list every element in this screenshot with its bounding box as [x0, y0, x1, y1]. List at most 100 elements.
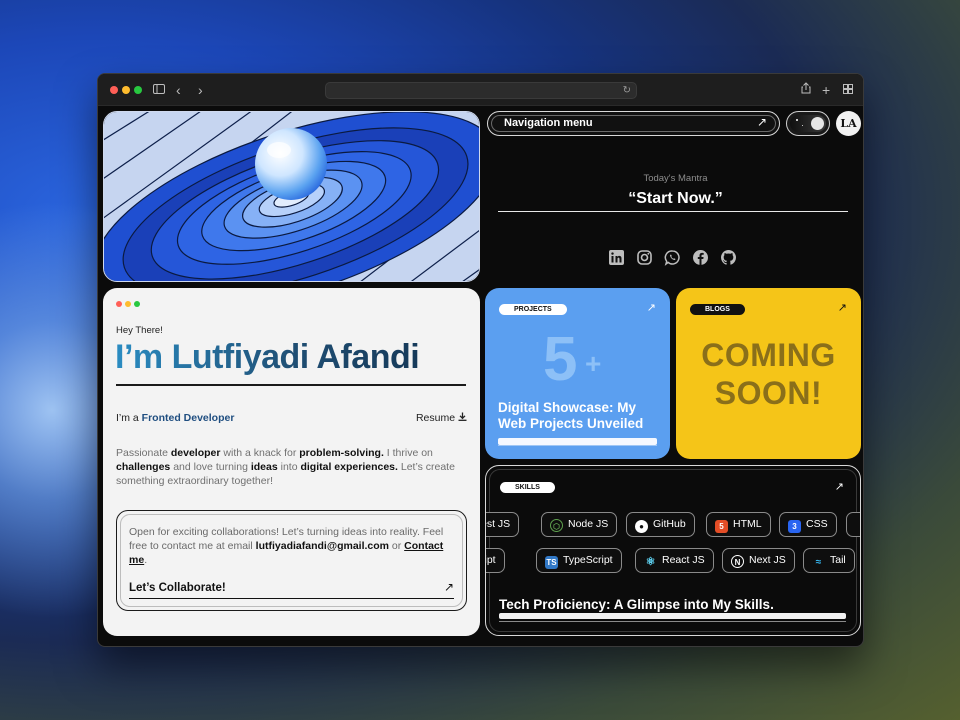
- projects-tag: PROJECTS: [499, 304, 567, 315]
- hero-image: [103, 111, 480, 282]
- coming-soon-text: COMING SOON!: [676, 336, 861, 412]
- toggle-knob: [811, 117, 824, 130]
- reload-icon[interactable]: ↻: [623, 83, 631, 99]
- skill-label: React JS: [662, 554, 705, 566]
- resume-button[interactable]: Resume: [416, 412, 467, 424]
- bio-bold: digital experiences.: [300, 461, 398, 473]
- projects-count: 5: [543, 325, 578, 394]
- skill-label: Tail: [830, 554, 846, 566]
- projects-card[interactable]: PROJECTS ↗ 5 + Digital Showcase: My Web …: [485, 288, 670, 459]
- bio-bold: ideas: [250, 461, 278, 473]
- hero-name: I’m Lutfiyadi Afandi: [115, 338, 420, 376]
- arrow-up-right-icon: ↗: [837, 302, 847, 314]
- skill-label: est JS: [486, 518, 511, 530]
- blogs-card[interactable]: BLOGS ↗ COMING SOON!: [676, 288, 861, 459]
- toggle-track: [790, 115, 826, 132]
- social-links: [608, 249, 748, 269]
- instagram-icon[interactable]: [636, 249, 653, 266]
- lets-collaborate-button[interactable]: Let’s Collaborate!: [129, 582, 226, 594]
- minimize-window-button[interactable]: [122, 86, 130, 94]
- greeting: Hey There!: [116, 325, 163, 336]
- navigation-menu-label: Navigation menu: [504, 117, 593, 129]
- mantra-text: “Start Now.”: [628, 190, 723, 207]
- navigation-menu-button[interactable]: Navigation menu ↗: [487, 111, 780, 136]
- tailwind-icon: ≈: [815, 557, 822, 568]
- skills-bar: [499, 613, 846, 619]
- tab-overview-icon[interactable]: [843, 82, 853, 98]
- role-prefix: I’m a: [116, 412, 142, 424]
- sidebar-icon[interactable]: [153, 82, 165, 98]
- about-card: Hey There! I’m Lutfiyadi Afandi I’m a Fr…: [103, 288, 480, 636]
- role-text: I’m a Fronted Developer: [116, 412, 234, 424]
- maximize-window-button[interactable]: [134, 86, 142, 94]
- skill-label: TypeScript: [563, 554, 613, 566]
- forward-icon[interactable]: ›: [198, 82, 203, 98]
- skill-chip-nodejs: ⬡ Node JS: [541, 512, 618, 537]
- nextjs-icon: N: [731, 555, 744, 568]
- skill-chip-github: ● GitHub: [626, 512, 695, 537]
- skill-chip-react: ⚛ React JS: [635, 548, 714, 573]
- typescript-icon: TS: [545, 556, 558, 569]
- skill-chip-tailwind: ≈ Tail: [803, 548, 855, 573]
- avatar[interactable]: LA: [836, 111, 861, 136]
- email-link[interactable]: lutfiyadiafandi@gmail.com: [256, 540, 389, 552]
- collaborate-underline: [129, 598, 454, 599]
- projects-title: Digital Showcase: My Web Projects Unveil…: [498, 400, 644, 431]
- about-dot-red: [116, 301, 122, 307]
- css3-icon: 3: [788, 520, 801, 533]
- arrow-up-right-icon: ↗: [443, 580, 454, 594]
- arrow-up-right-icon: ↗: [756, 115, 767, 129]
- collaborate-text: Open for exciting collaborations! Let’s …: [129, 525, 449, 567]
- skill-chip: est JS: [486, 512, 520, 537]
- collaborate-card: Open for exciting collaborations! Let’s …: [116, 510, 467, 611]
- skill-chip-typescript: TS TypeScript: [536, 548, 622, 573]
- theme-toggle[interactable]: [786, 111, 830, 136]
- nodejs-icon: ⬡: [550, 519, 563, 532]
- skill-label: Node JS: [568, 518, 609, 530]
- arrow-up-right-icon: ↗: [646, 302, 656, 314]
- about-dot-yellow: [125, 301, 131, 307]
- blogs-tag: BLOGS: [690, 304, 745, 315]
- html5-icon: 5: [715, 520, 728, 533]
- bio-part: Passionate: [116, 447, 171, 459]
- whatsapp-icon[interactable]: [664, 249, 681, 266]
- skill-chip: [846, 512, 860, 537]
- close-window-button[interactable]: [110, 86, 118, 94]
- projects-plus: +: [585, 348, 602, 379]
- about-dot-green: [134, 301, 140, 307]
- back-icon[interactable]: ‹: [176, 82, 181, 98]
- github-icon[interactable]: [720, 249, 737, 266]
- github-icon: ●: [635, 520, 648, 533]
- browser-window: ‹ › ↻ + Navigation menu ↗ LA Today's Man…: [97, 73, 864, 647]
- skills-card: SKILLS ↗ est JS ⬡ Node JS ● GitHub 5 HTML 3…: [485, 465, 861, 636]
- skills-title: Tech Proficiency: A Glimpse into My Skil…: [499, 597, 774, 612]
- page-content: Navigation menu ↗ LA Today's Mantra “Sta…: [98, 107, 863, 646]
- mantra-label: Today's Mantra: [643, 173, 708, 184]
- skills-tag: SKILLS: [500, 482, 555, 493]
- skill-label: ript: [486, 554, 496, 566]
- linkedin-icon[interactable]: [608, 249, 625, 266]
- download-icon: [458, 412, 467, 424]
- react-icon: ⚛: [645, 556, 656, 568]
- bio-bold: developer: [170, 447, 221, 459]
- coming-line-1: COMING: [701, 337, 836, 373]
- skill-chip-css: 3 CSS: [779, 512, 837, 537]
- address-bar[interactable]: ↻: [325, 82, 637, 99]
- skills-bar-line: [499, 621, 846, 622]
- browser-titlebar: ‹ › ↻ +: [98, 74, 863, 106]
- bio-part: with a knack for: [220, 447, 300, 459]
- name-underline: [116, 384, 466, 386]
- bio-bold: challenges: [116, 461, 171, 473]
- facebook-icon[interactable]: [692, 249, 709, 266]
- share-icon[interactable]: [801, 82, 811, 98]
- bio-part: into: [277, 461, 301, 473]
- bio-part: I thrive on: [383, 447, 433, 459]
- projects-bar-line: [498, 445, 657, 446]
- role-highlight: Fronted Developer: [141, 412, 235, 424]
- collab-part: or: [389, 540, 405, 552]
- arrow-up-right-icon[interactable]: ↗: [835, 480, 844, 493]
- skill-label: Next JS: [749, 554, 786, 566]
- collab-part: .: [144, 554, 148, 566]
- coming-line-2: SOON!: [714, 375, 823, 411]
- new-tab-icon[interactable]: +: [822, 82, 830, 98]
